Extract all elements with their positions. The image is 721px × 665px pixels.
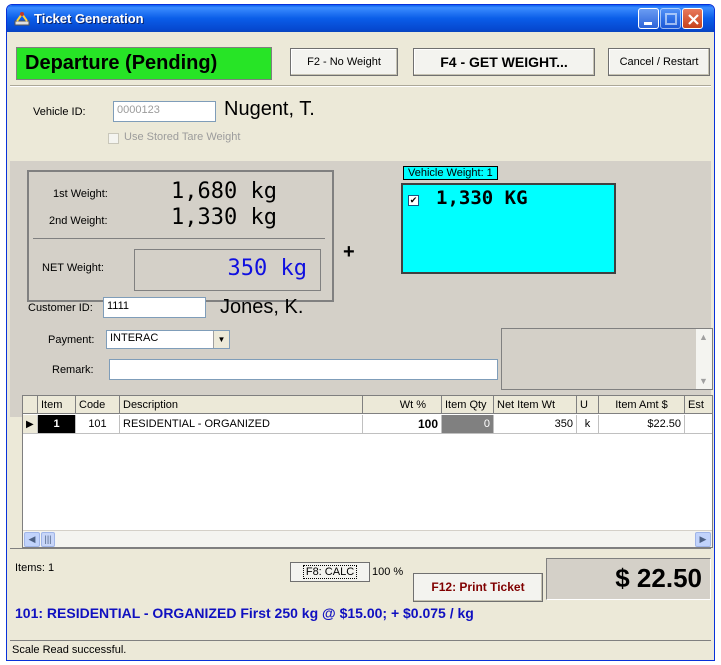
- est-cell[interactable]: [685, 415, 712, 434]
- get-weight-button[interactable]: F4 - GET WEIGHT...: [413, 48, 595, 76]
- col-header[interactable]: Code: [76, 396, 120, 414]
- net-weight-value: 350 kg: [227, 256, 307, 281]
- item-qty-cell[interactable]: 0: [442, 415, 494, 434]
- weights-box: 1st Weight: 1,680 kg 2nd Weight: 1,330 k…: [27, 170, 334, 302]
- scroll-left-icon[interactable]: ◀: [24, 532, 40, 547]
- grid-corner: [23, 396, 38, 414]
- divider: [10, 85, 711, 87]
- vehicle-owner-name: Nugent, T.: [224, 98, 315, 120]
- print-ticket-button[interactable]: F12: Print Ticket: [413, 573, 543, 602]
- payment-select[interactable]: INTERAC ▼: [106, 330, 230, 349]
- col-header[interactable]: Item Amt $: [599, 396, 685, 414]
- col-header[interactable]: Item: [38, 396, 76, 414]
- status-message: Scale Read successful.: [12, 644, 127, 656]
- unit-cell[interactable]: k: [577, 415, 599, 434]
- plus-sign: +: [343, 241, 355, 263]
- cancel-restart-button[interactable]: Cancel / Restart: [608, 48, 710, 76]
- stored-tare-checkbox[interactable]: [108, 133, 119, 144]
- footer-divider: [10, 548, 711, 549]
- scroll-down-icon[interactable]: ▼: [699, 376, 708, 386]
- calc-percent: 100 %: [372, 566, 404, 578]
- close-icon[interactable]: [682, 8, 703, 29]
- vehicle-weight-value: 1,330 KG: [436, 187, 528, 209]
- grid-horizontal-scrollbar[interactable]: ◀ ||| ▶: [23, 530, 712, 547]
- status-bar: Scale Read successful.: [10, 640, 711, 658]
- vehicle-weight-checkbox[interactable]: ✔: [408, 195, 419, 206]
- col-header[interactable]: Wt %: [363, 396, 442, 414]
- payment-value: INTERAC: [110, 332, 159, 344]
- scroll-up-icon[interactable]: ▲: [699, 332, 708, 342]
- title-bar[interactable]: Ticket Generation: [7, 5, 714, 32]
- first-weight-label: 1st Weight:: [53, 188, 108, 200]
- item-cell[interactable]: 1: [38, 415, 76, 434]
- first-weight-value: 1,680 kg: [171, 179, 277, 204]
- item-amount-cell[interactable]: $22.50: [599, 415, 685, 434]
- payment-label: Payment:: [48, 334, 95, 346]
- vehicle-id-input[interactable]: 0000123: [113, 101, 216, 122]
- col-header[interactable]: Item Qty: [442, 396, 494, 414]
- items-grid[interactable]: Item Code Description Wt % Item Qty Net …: [22, 395, 713, 548]
- weight-divider: [33, 238, 325, 239]
- grid-header: Item Code Description Wt % Item Qty Net …: [23, 396, 712, 414]
- remark-label: Remark:: [52, 364, 94, 376]
- scale-app-icon: [14, 11, 30, 27]
- col-header[interactable]: Est: [685, 396, 712, 414]
- description-cell[interactable]: RESIDENTIAL - ORGANIZED: [120, 415, 363, 434]
- remark-input[interactable]: [109, 359, 498, 380]
- net-item-wt-cell[interactable]: 350: [494, 415, 577, 434]
- customer-id-input[interactable]: 1111: [103, 297, 206, 318]
- col-header[interactable]: Net Item Wt: [494, 396, 577, 414]
- net-weight-label: NET Weight:: [42, 262, 104, 274]
- col-header[interactable]: Description: [120, 396, 363, 414]
- vehicle-weight-caption: Vehicle Weight: 1: [403, 166, 498, 180]
- customer-name: Jones, K.: [220, 296, 304, 318]
- table-row[interactable]: ▶ 1 101 RESIDENTIAL - ORGANIZED 100 0 35…: [23, 415, 712, 434]
- items-count: Items: 1: [15, 562, 55, 574]
- col-header[interactable]: U: [577, 396, 599, 414]
- stored-tare-label: Use Stored Tare Weight: [124, 131, 241, 143]
- vehicle-id-label: Vehicle ID:: [33, 106, 86, 118]
- ticket-status-label: Departure (Pending): [16, 47, 272, 80]
- vehicle-weight-list[interactable]: ✔ 1,330 KG: [401, 183, 616, 274]
- side-list-scrollbar[interactable]: ▲ ▼: [695, 329, 712, 389]
- ticket-total: $ 22.50: [546, 558, 711, 600]
- second-weight-value: 1,330 kg: [171, 205, 277, 230]
- scroll-right-icon[interactable]: ▶: [695, 532, 711, 547]
- no-weight-button[interactable]: F2 - No Weight: [290, 48, 398, 76]
- scroll-thumb[interactable]: |||: [41, 532, 55, 547]
- side-list-box[interactable]: ▲ ▼: [501, 328, 713, 390]
- customer-id-label: Customer ID:: [28, 302, 93, 314]
- code-cell[interactable]: 101: [76, 415, 120, 434]
- maximize-icon[interactable]: [660, 8, 681, 29]
- second-weight-label: 2nd Weight:: [49, 215, 108, 227]
- pricing-description: 101: RESIDENTIAL - ORGANIZED First 250 k…: [15, 605, 474, 621]
- window-client-area: Departure (Pending) F2 - No Weight F4 - …: [10, 32, 713, 658]
- row-pointer-icon: ▶: [23, 415, 38, 434]
- ticket-generation-window: Ticket Generation Departure (Pending) F2…: [6, 4, 715, 661]
- wt-pct-cell[interactable]: 100: [363, 415, 442, 434]
- calc-button-label: F8: CALC: [302, 565, 358, 579]
- chevron-down-icon[interactable]: ▼: [213, 331, 229, 348]
- calc-button[interactable]: F8: CALC: [290, 562, 370, 582]
- net-weight-box: 350 kg: [134, 249, 321, 291]
- minimize-icon[interactable]: [638, 8, 659, 29]
- window-title: Ticket Generation: [34, 11, 144, 26]
